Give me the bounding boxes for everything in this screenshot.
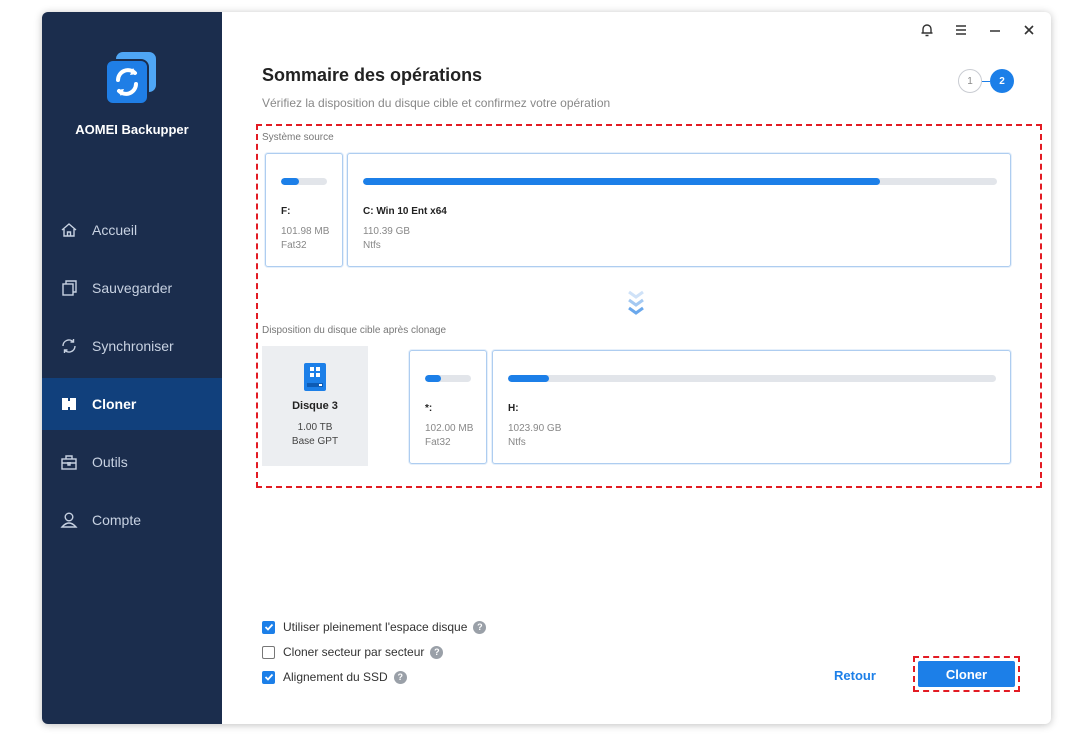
home-icon	[60, 221, 78, 239]
sidebar-item-label: Cloner	[92, 396, 137, 412]
close-icon[interactable]	[1019, 20, 1039, 40]
app-name: AOMEI Backupper	[75, 122, 189, 137]
sidebar-item-label: Accueil	[92, 222, 138, 238]
sidebar-item-synchroniser[interactable]: Synchroniser	[42, 320, 222, 372]
copy-icon	[60, 279, 78, 297]
source-label: Système source	[262, 132, 334, 143]
help-icon[interactable]: ?	[393, 670, 407, 684]
help-icon[interactable]: ?	[430, 645, 444, 659]
disk-icon	[302, 362, 328, 397]
ssd-alignment-checkbox[interactable]	[262, 670, 275, 684]
usage-bar-fill	[363, 178, 880, 185]
partition-size: 102.00 MB	[425, 423, 474, 434]
partition-name: *:	[425, 403, 433, 414]
option-sector-by-sector[interactable]: Cloner secteur par secteur ?	[262, 645, 444, 659]
partition-fs: Fat32	[281, 240, 307, 251]
sidebar: AOMEI Backupper Accueil Sauvegarder Sync…	[42, 12, 222, 724]
window-controls	[917, 20, 1039, 40]
option-label: Utiliser pleinement l'espace disque	[283, 620, 468, 634]
sidebar-item-cloner[interactable]: Cloner	[42, 378, 222, 430]
option-full-space[interactable]: Utiliser pleinement l'espace disque ?	[262, 620, 487, 634]
sector-by-sector-checkbox[interactable]	[262, 645, 275, 659]
toolbox-icon	[60, 453, 78, 471]
option-label: Alignement du SSD	[283, 670, 388, 684]
target-label: Disposition du disque cible après clonag…	[262, 325, 447, 336]
back-button[interactable]: Retour	[834, 668, 876, 683]
chevron-down-icon	[624, 286, 648, 322]
sidebar-item-label: Compte	[92, 512, 142, 528]
full-space-checkbox[interactable]	[262, 620, 275, 634]
target-partition-star[interactable]: *: 102.00 MB Fat32	[409, 350, 487, 464]
disk-type: Base GPT	[291, 436, 339, 447]
usage-bar	[281, 178, 327, 185]
step-2: 2	[990, 69, 1014, 93]
step-1: 1	[958, 69, 982, 93]
clone-button-highlight: Cloner	[913, 656, 1020, 692]
help-icon[interactable]: ?	[473, 620, 487, 634]
clone-button[interactable]: Cloner	[918, 661, 1015, 687]
usage-bar-fill	[508, 375, 550, 382]
usage-bar	[425, 375, 471, 382]
sidebar-item-label: Synchroniser	[92, 338, 174, 354]
partition-fs: Ntfs	[363, 240, 381, 251]
app-window: AOMEI Backupper Accueil Sauvegarder Sync…	[42, 12, 1051, 724]
sidebar-item-label: Sauvegarder	[92, 280, 173, 296]
partition-name: H:	[508, 403, 519, 414]
partition-fs: Ntfs	[508, 437, 526, 448]
disk-name: Disque 3	[292, 400, 338, 412]
partition-name: F:	[281, 206, 291, 217]
user-icon	[60, 511, 78, 529]
source-partition-c[interactable]: C: Win 10 Ent x64 110.39 GB Ntfs	[347, 153, 1011, 267]
page-title: Sommaire des opérations	[262, 65, 483, 85]
target-disk-card[interactable]: Disque 3 1.00 TB Base GPT	[262, 346, 368, 466]
sidebar-item-accueil[interactable]: Accueil	[42, 204, 222, 256]
sidebar-item-sauvegarder[interactable]: Sauvegarder	[42, 262, 222, 314]
option-label: Cloner secteur par secteur	[283, 645, 425, 659]
sidebar-item-label: Outils	[92, 454, 128, 470]
sidebar-item-compte[interactable]: Compte	[42, 494, 222, 546]
sidebar-item-outils[interactable]: Outils	[42, 436, 222, 488]
sync-icon	[60, 337, 78, 355]
usage-bar-fill	[425, 375, 442, 382]
usage-bar	[508, 375, 996, 382]
step-indicator: 1 2	[958, 69, 1014, 93]
bell-icon[interactable]	[917, 20, 937, 40]
step-connector	[982, 80, 990, 82]
menu-icon[interactable]	[951, 20, 971, 40]
source-partition-f[interactable]: F: 101.98 MB Fat32	[265, 153, 343, 267]
page-subtitle: Vérifiez la disposition du disque cible …	[262, 96, 611, 110]
target-partition-h[interactable]: H: 1023.90 GB Ntfs	[492, 350, 1011, 464]
disk-size: 1.00 TB	[297, 422, 333, 433]
partition-name: C: Win 10 Ent x64	[363, 206, 447, 217]
clone-icon	[60, 395, 78, 413]
option-ssd-alignment[interactable]: Alignement du SSD ?	[262, 670, 407, 684]
app-logo-icon	[105, 52, 156, 105]
usage-bar	[363, 178, 997, 185]
partition-size: 1023.90 GB	[508, 423, 562, 434]
partition-size: 101.98 MB	[281, 226, 330, 237]
usage-bar-fill	[281, 178, 300, 185]
minimize-icon[interactable]	[985, 20, 1005, 40]
partition-fs: Fat32	[425, 437, 451, 448]
partition-size: 110.39 GB	[363, 226, 411, 237]
main-panel: Sommaire des opérations Vérifiez la disp…	[222, 12, 1051, 724]
